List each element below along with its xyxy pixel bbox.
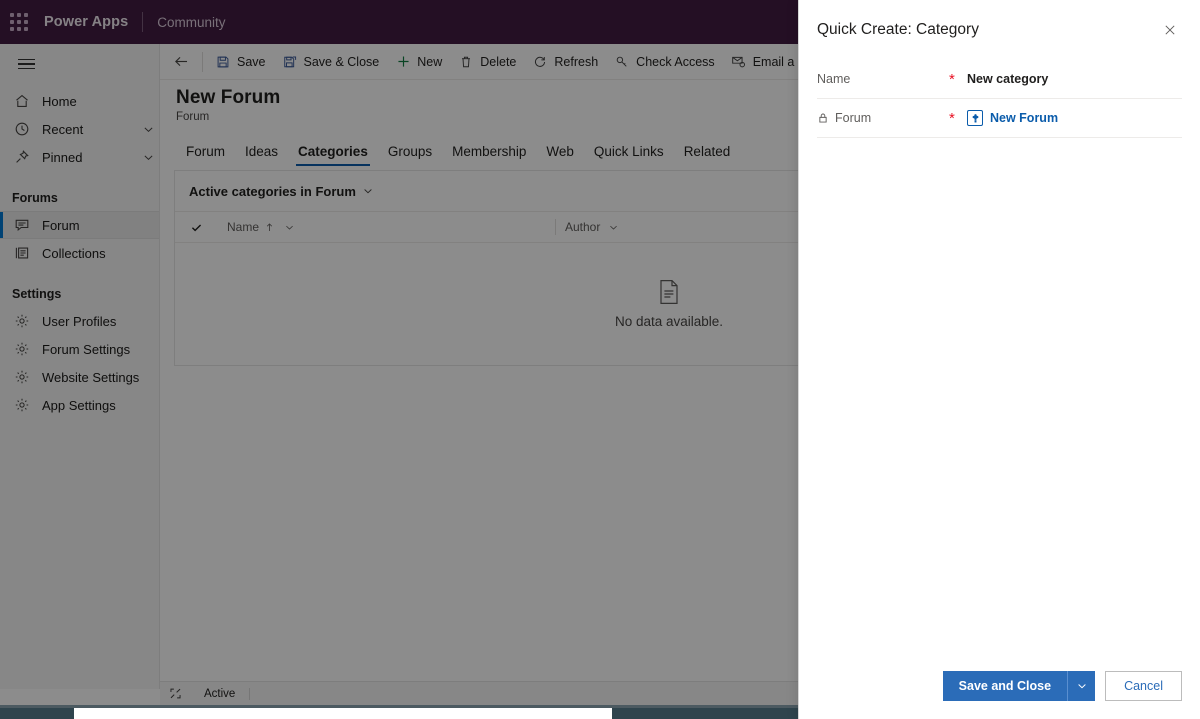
close-icon[interactable] <box>1154 14 1186 46</box>
quick-create-form: Name * New category Forum * New Forum <box>799 60 1200 138</box>
cancel-button[interactable]: Cancel <box>1105 671 1182 701</box>
quick-create-footer: Save and Close Cancel <box>799 671 1200 701</box>
taskbar-active-window <box>74 708 612 719</box>
taskbar-segment <box>0 708 74 719</box>
quick-create-header: Quick Create: Category <box>799 0 1200 60</box>
field-label-forum: Forum <box>817 111 949 125</box>
modal-overlay[interactable] <box>0 0 798 705</box>
quick-create-title: Quick Create: Category <box>817 21 979 38</box>
save-and-close-button[interactable]: Save and Close <box>942 671 1068 701</box>
field-label-name: Name <box>817 72 949 86</box>
field-row-forum: Forum * New Forum <box>817 99 1182 138</box>
chevron-down-icon[interactable] <box>1067 671 1096 701</box>
forum-lookup-label: New Forum <box>990 111 1059 125</box>
field-row-name: Name * New category <box>817 60 1182 99</box>
field-label-text: Forum <box>835 111 872 125</box>
field-label-text: Name <box>817 72 851 86</box>
screen-root: Power Apps Community Home Recent Pinned … <box>0 0 1200 719</box>
name-input[interactable]: New category <box>967 72 1182 86</box>
forum-lookup-value[interactable]: New Forum <box>967 110 1058 126</box>
lock-icon <box>817 112 829 124</box>
forum-entity-icon <box>967 110 983 126</box>
quick-create-panel: Quick Create: Category Name * New catego… <box>798 0 1200 719</box>
required-indicator: * <box>949 109 955 127</box>
save-and-close-split-button: Save and Close <box>942 671 1096 701</box>
required-indicator: * <box>949 70 955 88</box>
